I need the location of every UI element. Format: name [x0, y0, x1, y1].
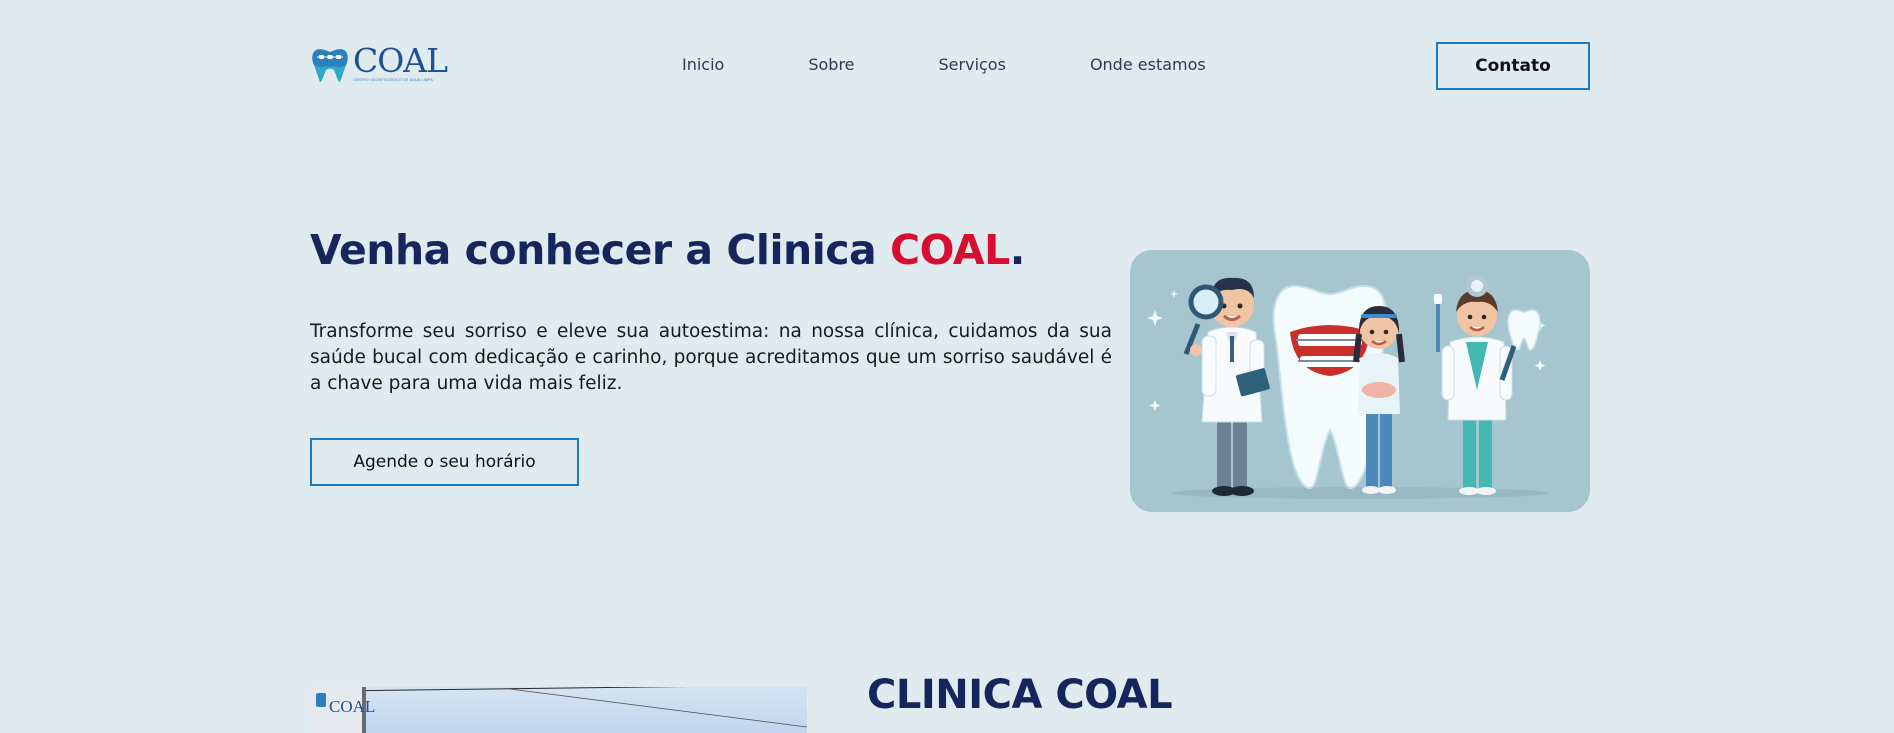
nav-item-inicio[interactable]: Inicio [682, 55, 724, 74]
nav-item-servicos[interactable]: Serviços [939, 55, 1006, 74]
hero-title-accent: COAL [890, 226, 1010, 274]
schedule-button[interactable]: Agende o seu horário [310, 438, 579, 486]
hero-description: Transforme seu sorriso e eleve sua autoe… [310, 321, 1112, 394]
hero-title-text: Venha conhecer a Clinica [310, 226, 890, 274]
logo[interactable]: COAL CENTRO ODONTOLÓGICO DE ÁGUA LIMPA [310, 41, 448, 88]
logo-tagline: CENTRO ODONTOLÓGICO DE ÁGUA LIMPA [353, 78, 434, 82]
nav-item-sobre[interactable]: Sobre [808, 55, 854, 74]
dental-team-illustration [1130, 250, 1590, 512]
main-nav: Inicio Sobre Serviços Onde estamos [682, 55, 1206, 74]
about-section-title: CLINICA COAL [867, 672, 1173, 718]
logo-wordmark: COAL [353, 41, 448, 80]
site-header: COAL CENTRO ODONTOLÓGICO DE ÁGUA LIMPA I… [310, 42, 1590, 92]
nav-item-onde-estamos[interactable]: Onde estamos [1090, 55, 1206, 74]
clinic-photo-sign-text: COAL [329, 697, 376, 716]
hero-title: Venha conhecer a Clinica COAL. [310, 226, 1025, 274]
hero-title-period: . [1009, 226, 1026, 274]
dentist-man-figure [1183, 277, 1270, 496]
dentist-woman-figure [1434, 275, 1541, 495]
tooth-icon [312, 49, 348, 82]
contact-button[interactable]: Contato [1436, 42, 1590, 90]
clinic-photo: COAL [310, 687, 807, 733]
